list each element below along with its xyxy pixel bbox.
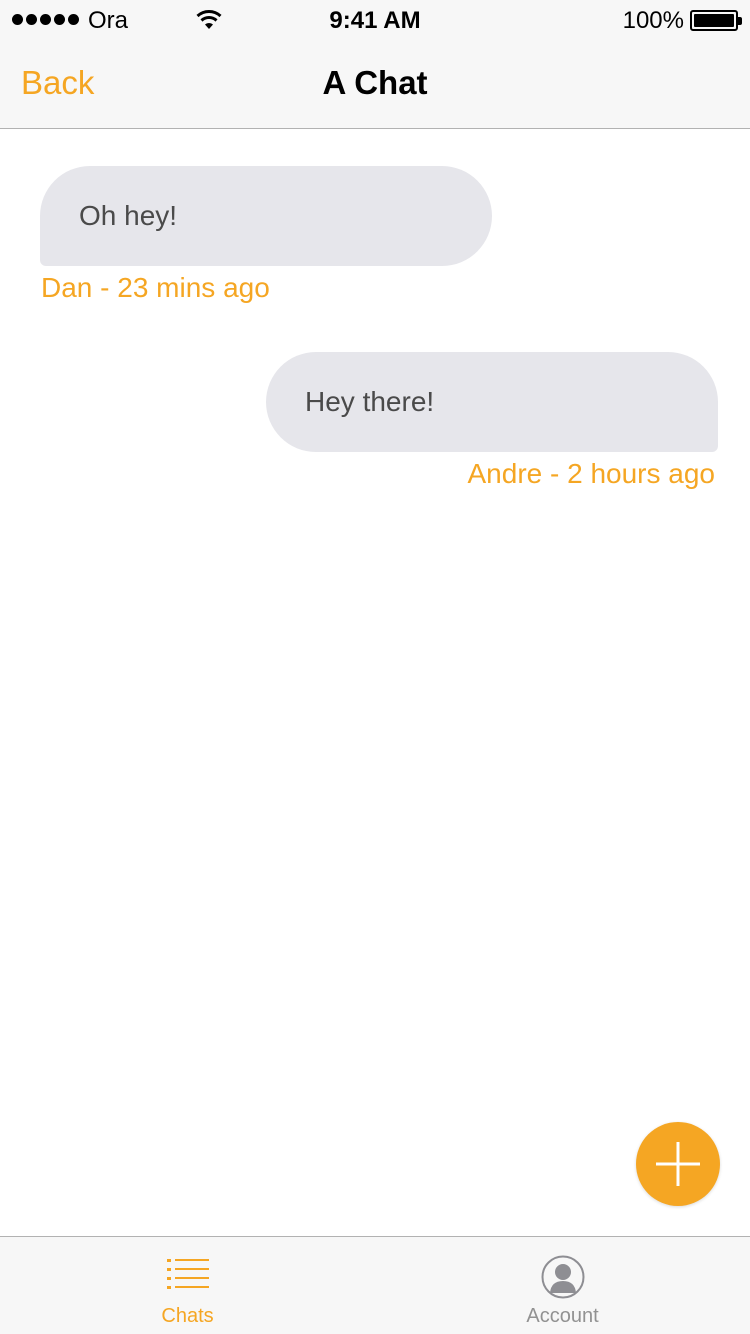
message-text: Oh hey! [79, 200, 178, 231]
tab-label-account: Account [526, 1305, 599, 1327]
list-icon [166, 1259, 209, 1294]
tab-chats[interactable]: Chats [0, 1237, 375, 1334]
battery-icon [690, 10, 738, 31]
chat-screen: Ora 9:41 AM 100% Back A Chat Oh hey! Dan… [0, 0, 750, 1334]
status-bar: Ora 9:41 AM 100% [0, 0, 750, 40]
plus-icon [656, 1142, 700, 1186]
message-meta: Andre - 2 hours ago [467, 458, 716, 489]
battery-cap [738, 17, 742, 25]
battery-percentage: 100% [622, 7, 684, 34]
new-message-button[interactable] [636, 1122, 720, 1206]
message-meta: Dan - 23 mins ago [41, 272, 270, 303]
message-bubble-received[interactable]: Oh hey! [40, 166, 492, 266]
navigation-bar: Back A Chat [0, 40, 750, 129]
tab-label-chats: Chats [161, 1305, 214, 1327]
user-icon [541, 1255, 585, 1304]
message-bubble-sent[interactable]: Hey there! [266, 352, 718, 452]
tab-account[interactable]: Account [375, 1237, 750, 1334]
page-title: A Chat [322, 64, 428, 101]
tab-bar: Chats Account [0, 1236, 750, 1334]
message-text: Hey there! [305, 386, 435, 417]
